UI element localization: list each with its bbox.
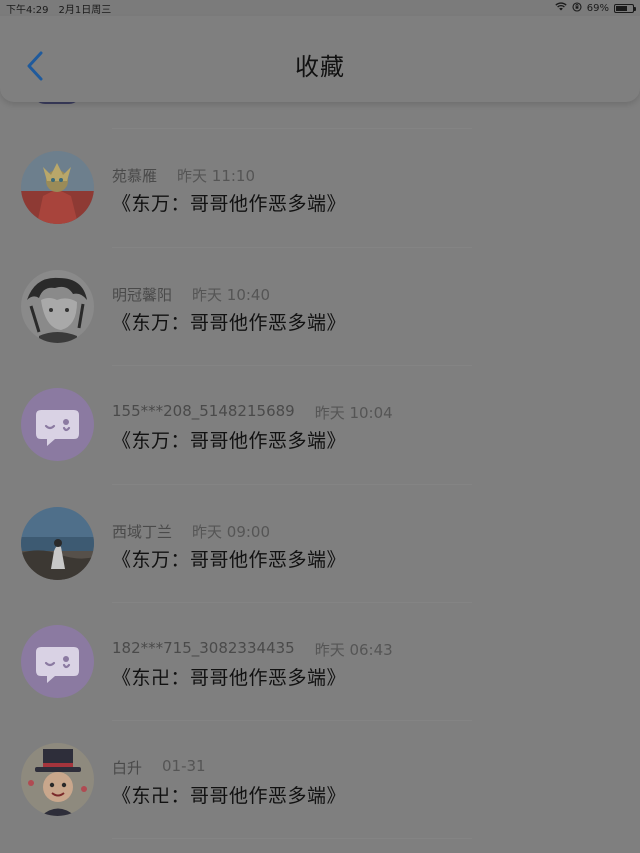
timestamp: 昨天 10:04	[314, 404, 393, 422]
user-name: 155***208_5148215689	[112, 402, 295, 420]
timestamp: 昨天 11:10	[177, 167, 256, 185]
nav-bar: 收藏	[0, 16, 640, 102]
item-content: 《东卍：哥哥他作恶多端》	[112, 785, 347, 807]
status-right: 69%	[555, 1, 636, 15]
chat-bubble-icon	[36, 410, 79, 446]
item-meta: 明冠馨阳 昨天 10:40	[112, 284, 270, 305]
list-item[interactable]: 155***208_5148215689 昨天 10:04 《东万：哥哥他作恶多…	[0, 365, 640, 483]
user-name: 西域丁兰	[112, 523, 173, 541]
list-item[interactable]: 明冠馨阳 昨天 10:40 《东万：哥哥他作恶多端》	[0, 247, 640, 365]
divider	[112, 838, 472, 839]
avatar[interactable]	[21, 743, 94, 816]
item-meta: 182***715_3082334435 昨天 06:43	[112, 639, 393, 660]
item-content: 《东万：哥哥他作恶多端》	[112, 430, 347, 452]
timestamp: 昨天 09:00	[192, 523, 271, 541]
avatar[interactable]	[21, 625, 94, 698]
item-meta: 西域丁兰 昨天 09:00	[112, 521, 270, 542]
user-name: 182***715_3082334435	[112, 639, 295, 657]
list-item[interactable]: 白升 01-31 《东卍：哥哥他作恶多端》	[0, 720, 640, 838]
status-time: 下午4:29	[6, 4, 49, 16]
timestamp: 昨天 06:43	[314, 641, 393, 659]
timestamp: 昨天 10:40	[192, 286, 271, 304]
item-meta: 苑慕雁 昨天 11:10	[112, 165, 255, 186]
avatar[interactable]	[21, 270, 94, 343]
avatar[interactable]	[21, 507, 94, 580]
timestamp: 01-31	[162, 757, 206, 775]
item-meta: 155***208_5148215689 昨天 10:04	[112, 402, 393, 423]
user-name: 白升	[112, 759, 143, 777]
avatar[interactable]	[21, 388, 94, 461]
item-content: 《东万：哥哥他作恶多端》	[112, 312, 347, 334]
status-bar: 下午4:29 2月1日周三 69%	[0, 0, 640, 16]
battery-fill	[616, 5, 628, 11]
item-content: 《东万：哥哥他作恶多端》	[112, 549, 347, 571]
chat-bubble-icon	[36, 647, 79, 683]
status-left: 下午4:29 2月1日周三	[6, 1, 111, 16]
list-item[interactable]: 182***715_3082334435 昨天 06:43 《东卍：哥哥他作恶多…	[0, 602, 640, 720]
rotation-lock-icon	[572, 1, 582, 15]
item-meta: 白升 01-31	[112, 757, 206, 778]
item-content: 《东万：哥哥他作恶多端》	[112, 193, 347, 215]
wifi-icon	[555, 2, 567, 14]
battery-percent: 69%	[586, 2, 609, 14]
page-title: 收藏	[295, 53, 345, 81]
battery-icon	[614, 3, 636, 13]
list-item[interactable]: 西域丁兰 昨天 09:00 《东万：哥哥他作恶多端》	[0, 484, 640, 602]
list-item[interactable]: 苑慕雁 昨天 11:10 《东万：哥哥他作恶多端》	[0, 129, 640, 247]
user-name: 苑慕雁	[112, 167, 158, 185]
status-date: 2月1日周三	[58, 4, 112, 16]
avatar[interactable]	[21, 151, 94, 224]
item-content: 《东卍：哥哥他作恶多端》	[112, 667, 347, 689]
user-name: 明冠馨阳	[112, 286, 173, 304]
